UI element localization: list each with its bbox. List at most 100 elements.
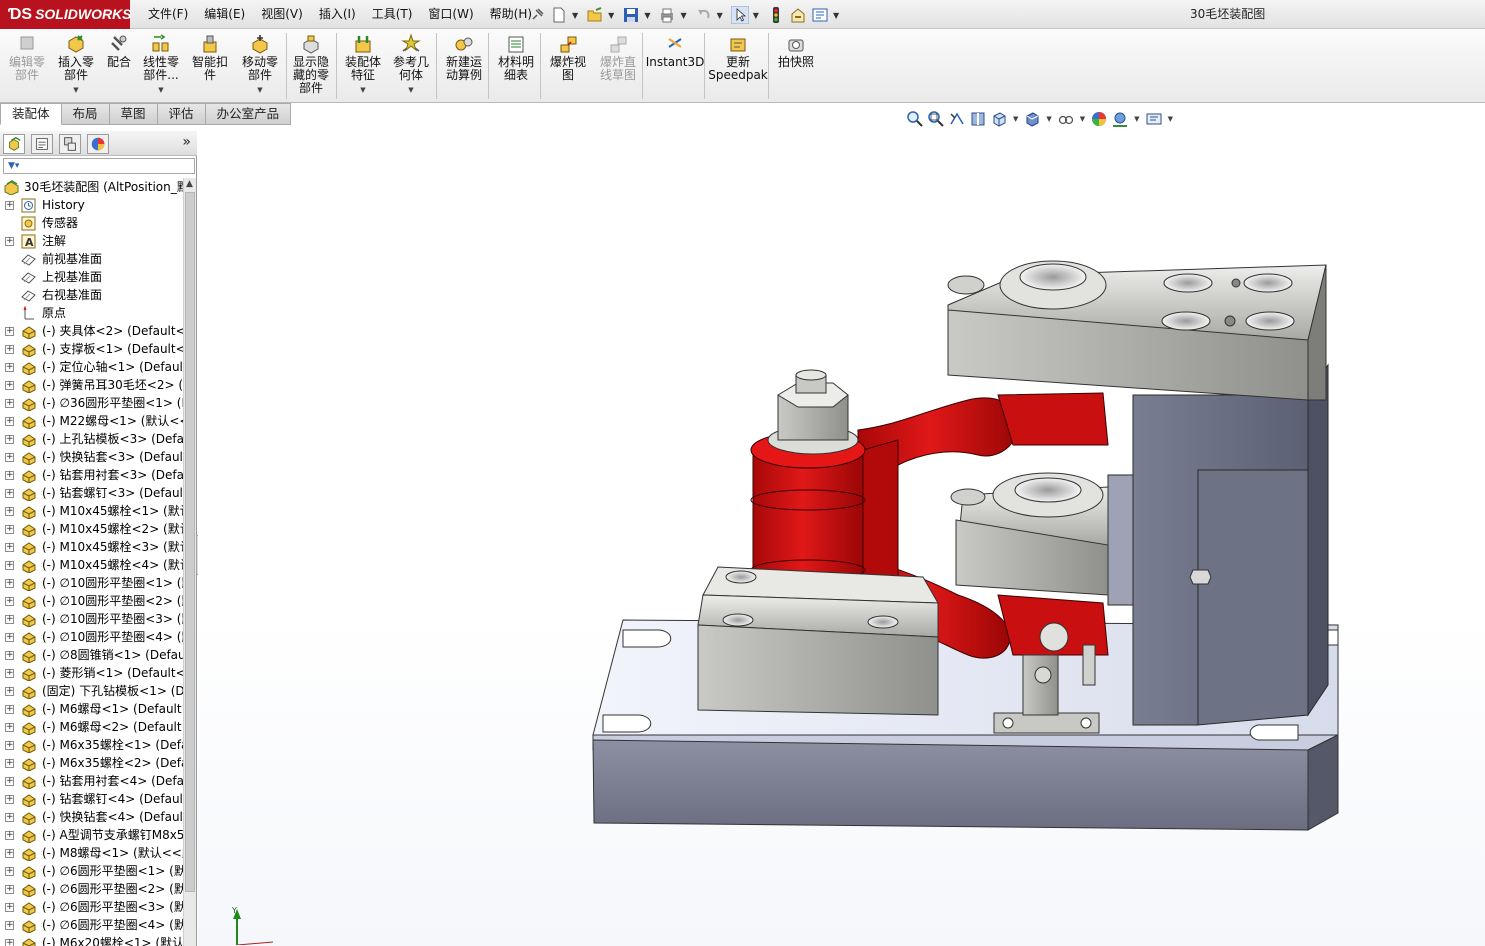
tree-item[interactable]: + (固定) 下孔钻模板<1> (D [0, 682, 183, 700]
expand-toggle-icon[interactable]: + [5, 903, 14, 912]
menu-item-1[interactable]: 编辑(E) [196, 0, 253, 29]
command-dropdown-icon[interactable]: ▼ [408, 84, 413, 97]
tree-item[interactable]: + (-) ∅6圆形平垫圈<4> (默 [0, 916, 183, 934]
expand-toggle-icon[interactable]: + [5, 237, 14, 246]
tree-item[interactable]: + (-) 定位心轴<1> (Default [0, 358, 183, 376]
command-reference-geometry-button[interactable]: 参考几 何体 ▼ [388, 33, 434, 101]
command-move-component-button[interactable]: 移动零 部件 ▼ [236, 33, 284, 101]
tree-item[interactable]: + (-) 夹具体<2> (Default<< [0, 322, 183, 340]
tree-item[interactable]: + (-) 菱形销<1> (Default<< [0, 664, 183, 682]
expand-toggle-icon[interactable]: + [5, 921, 14, 930]
command-insert-component-button[interactable]: 插入零 部件 ▼ [52, 33, 100, 101]
expand-toggle-icon[interactable]: + [5, 813, 14, 822]
command-mate-button[interactable]: 配合 [102, 33, 136, 101]
expand-toggle-icon[interactable]: + [5, 201, 14, 210]
options-icon[interactable] [811, 6, 829, 24]
expand-toggle-icon[interactable]: + [5, 363, 14, 372]
expand-toggle-icon[interactable]: + [5, 741, 14, 750]
display-manager-tab-icon[interactable] [87, 134, 109, 154]
command-take-snapshot-button[interactable]: 拍快照 [772, 33, 820, 101]
select-cursor-icon[interactable] [730, 6, 749, 24]
command-update-speedpak-button[interactable]: 更新 Speedpak [708, 33, 768, 101]
command-smart-fasteners-button[interactable]: 智能扣件 [186, 33, 234, 101]
tree-item[interactable]: + A 注解 [0, 232, 183, 250]
expand-toggle-icon[interactable]: + [5, 561, 14, 570]
apply-scene-dropdown-icon[interactable]: ▼ [1134, 115, 1139, 123]
expand-toggle-icon[interactable]: + [5, 759, 14, 768]
tree-item[interactable]: + (-) ∅6圆形平垫圈<1> (默 [0, 862, 183, 880]
expand-toggle-icon[interactable]: + [5, 723, 14, 732]
expand-toggle-icon[interactable]: + [5, 831, 14, 840]
expand-toggle-icon[interactable]: + [5, 867, 14, 876]
view-orientation-icon[interactable] [990, 110, 1008, 128]
expand-toggle-icon[interactable]: + [5, 489, 14, 498]
undo-icon[interactable] [695, 6, 713, 24]
m22-nut[interactable] [767, 369, 859, 455]
command-instant3d-button[interactable]: Instant3D [646, 33, 704, 101]
tree-item[interactable]: + (-) M10x45螺栓<4> (默认 [0, 556, 183, 574]
expand-toggle-icon[interactable]: + [5, 669, 14, 678]
hide-show-items-icon[interactable] [1057, 110, 1075, 128]
tree-item[interactable]: + (-) M6x35螺栓<2> (Defa [0, 754, 183, 772]
print-dropdown-icon[interactable]: ▼ [680, 11, 686, 20]
select-dropdown-icon[interactable]: ▼ [753, 11, 759, 20]
tree-item[interactable]: + (-) M6x20螺栓<1> (默认 [0, 934, 183, 946]
expand-toggle-icon[interactable]: + [5, 327, 14, 336]
command-linear-pattern-button[interactable]: 线性零 部件... ▼ [138, 33, 184, 101]
tree-item[interactable]: + (-) 上孔钻模板<3> (Defau [0, 430, 183, 448]
tree-item[interactable]: 前视基准面 [0, 250, 183, 268]
expand-toggle-icon[interactable]: + [5, 345, 14, 354]
apply-scene-icon[interactable] [1111, 110, 1129, 128]
expand-toggle-icon[interactable]: + [5, 507, 14, 516]
open-dropdown-icon[interactable]: ▼ [608, 11, 614, 20]
expand-toggle-icon[interactable]: + [5, 885, 14, 894]
open-folder-icon[interactable] [586, 6, 604, 24]
tree-item[interactable]: + (-) 快换钻套<4> (Default [0, 808, 183, 826]
hide-show-dropdown-icon[interactable]: ▼ [1080, 115, 1085, 123]
expand-toggle-icon[interactable]: + [5, 651, 14, 660]
command-assembly-features-button[interactable]: 装配体 特征 ▼ [340, 33, 386, 101]
expand-toggle-icon[interactable]: + [5, 795, 14, 804]
expand-toggle-icon[interactable]: + [5, 543, 14, 552]
view-orientation-dropdown-icon[interactable]: ▼ [1013, 115, 1018, 123]
expand-toggle-icon[interactable]: + [5, 435, 14, 444]
command-show-hidden-button[interactable]: 显示隐 藏的零 部件 [288, 33, 334, 101]
tab-4[interactable]: 办公室产品 [205, 103, 292, 125]
tree-item[interactable]: + (-) M10x45螺栓<1> (默认 [0, 502, 183, 520]
expand-toggle-icon[interactable]: + [5, 777, 14, 786]
tree-item[interactable]: + (-) 钻套用衬套<3> (Defau [0, 466, 183, 484]
tree-item[interactable]: + (-) ∅8圆锥销<1> (Defau [0, 646, 183, 664]
previous-view-icon[interactable] [948, 110, 966, 128]
expand-toggle-icon[interactable]: + [5, 633, 14, 642]
view-settings-dropdown-icon[interactable]: ▼ [1168, 115, 1173, 123]
view-settings-icon[interactable] [1145, 110, 1163, 128]
expand-toggle-icon[interactable]: + [5, 417, 14, 426]
tree-item[interactable]: + (-) M6螺母<1> (Default< [0, 700, 183, 718]
command-bill-of-materials-button[interactable]: 材料明 细表 [492, 33, 540, 101]
tree-item[interactable]: + (-) ∅10圆形平垫圈<2> (默 [0, 592, 183, 610]
tree-item[interactable]: + (-) ∅6圆形平垫圈<3> (默 [0, 898, 183, 916]
menu-item-5[interactable]: 窗口(W) [420, 0, 481, 29]
tree-item[interactable]: + (-) 钻套螺钉<4> (Default [0, 790, 183, 808]
tree-item[interactable]: + (-) 快换钻套<3> (Default [0, 448, 183, 466]
display-style-dropdown-icon[interactable]: ▼ [1046, 115, 1051, 123]
tree-item[interactable]: + (-) M6螺母<2> (Default< [0, 718, 183, 736]
tree-item[interactable]: + (-) 钻套用衬套<4> (Defau [0, 772, 183, 790]
menu-item-2[interactable]: 视图(V) [253, 0, 311, 29]
rebuild-traffic-light-icon[interactable] [767, 6, 785, 24]
tree-item[interactable]: + (-) ∅10圆形平垫圈<1> (默 [0, 574, 183, 592]
expand-toggle-icon[interactable]: + [5, 453, 14, 462]
expand-toggle-icon[interactable]: + [5, 471, 14, 480]
command-dropdown-icon[interactable]: ▼ [257, 84, 262, 97]
options-dropdown-icon[interactable]: ▼ [833, 11, 839, 20]
menu-item-4[interactable]: 工具(T) [364, 0, 421, 29]
upper-drill-plate[interactable] [947, 260, 1327, 401]
expand-toggle-icon[interactable]: + [5, 849, 14, 858]
expand-toggle-icon[interactable]: + [5, 579, 14, 588]
command-dropdown-icon[interactable]: ▼ [360, 84, 365, 97]
print-icon[interactable] [658, 6, 676, 24]
support-column[interactable] [1107, 363, 1329, 726]
new-dropdown-icon[interactable]: ▼ [572, 11, 578, 20]
tree-item[interactable]: + (-) A型调节支承螺钉M8x5 [0, 826, 183, 844]
save-dropdown-icon[interactable]: ▼ [644, 11, 650, 20]
